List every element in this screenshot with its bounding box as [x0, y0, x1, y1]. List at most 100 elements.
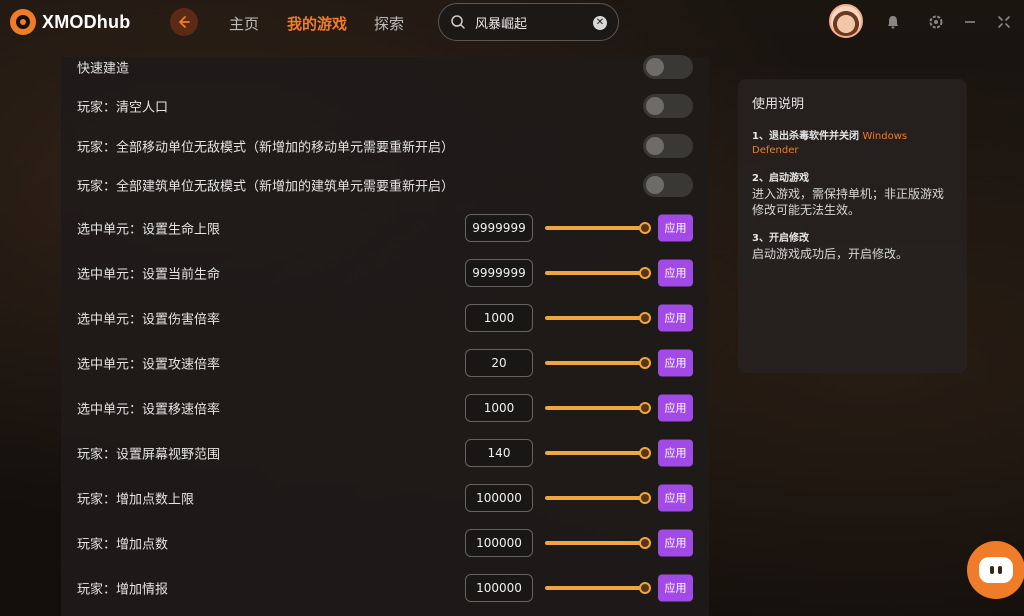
toggle-switch[interactable]	[643, 55, 693, 79]
apply-button[interactable]: 应用	[658, 484, 693, 512]
search-input[interactable]	[475, 13, 585, 31]
list-item: 玩家：全部建筑单位无敌模式（新增加的建筑单元需要重新开启）	[61, 170, 709, 200]
nav-home[interactable]: 主页	[229, 13, 259, 34]
step-description: 启动游戏成功后，开启修改。	[752, 247, 909, 261]
slider-fill	[545, 226, 645, 230]
step-description: 进入游戏，需保持单机；非正版游戏修改可能无法生效。	[752, 187, 945, 217]
apply-button[interactable]: 应用	[658, 439, 693, 467]
list-item: 快速建造	[61, 52, 709, 82]
apply-button[interactable]: 应用	[658, 349, 693, 377]
list-item: 选中单元：设置伤害倍率 1000 应用	[61, 303, 709, 333]
value-slider[interactable]	[545, 492, 651, 504]
logo[interactable]: XMODhub	[10, 9, 130, 35]
slider-fill	[545, 271, 645, 275]
slider-fill	[545, 451, 645, 455]
value-slider[interactable]	[545, 537, 651, 549]
mod-list-panel: 快速建造 玩家：清空人口 玩家：全部移动单位无敌模式（新增加的移动单元需要重新开…	[61, 55, 709, 616]
slider-fill	[545, 586, 645, 590]
list-item: 玩家：全部移动单位无敌模式（新增加的移动单元需要重新开启）	[61, 131, 709, 161]
list-item: 玩家：增加情报 100000 应用	[61, 573, 709, 603]
option-label: 选中单元：设置当前生命	[77, 267, 221, 283]
apply-button[interactable]: 应用	[658, 574, 693, 602]
toggle-switch[interactable]	[643, 173, 693, 197]
instruction-step: 3、开启修改 启动游戏成功后，开启修改。	[752, 232, 953, 262]
option-label: 玩家：设置屏幕视野范围	[77, 447, 221, 463]
slider-handle[interactable]	[639, 492, 651, 504]
list-item: 选中单元：设置生命上限 9999999 应用	[61, 213, 709, 243]
apply-button[interactable]: 应用	[658, 529, 693, 557]
slider-handle[interactable]	[639, 537, 651, 549]
option-label: 玩家：增加点数	[77, 537, 169, 553]
value-slider[interactable]	[545, 267, 651, 279]
slider-handle[interactable]	[639, 357, 651, 369]
slider-handle[interactable]	[639, 582, 651, 594]
clear-icon[interactable]: ✕	[593, 16, 607, 30]
value-input[interactable]: 100000	[465, 484, 533, 512]
option-label: 选中单元：设置伤害倍率	[77, 312, 221, 328]
chat-button[interactable]	[967, 541, 1024, 599]
value-slider[interactable]	[545, 312, 651, 324]
value-input[interactable]: 100000	[465, 529, 533, 557]
value-input[interactable]: 1000	[465, 394, 533, 422]
slider-handle[interactable]	[639, 267, 651, 279]
list-item: 选中单元：设置当前生命 9999999 应用	[61, 258, 709, 288]
toggle-switch[interactable]	[643, 134, 693, 158]
slider-fill	[545, 406, 645, 410]
value-slider[interactable]	[545, 582, 651, 594]
slider-handle[interactable]	[639, 222, 651, 234]
back-arrow-icon	[179, 16, 190, 28]
list-item: 玩家：清空人口	[61, 91, 709, 121]
slider-fill	[545, 316, 645, 320]
apply-button[interactable]: 应用	[658, 259, 693, 287]
step-heading: 3、开启修改	[752, 233, 809, 244]
apply-button[interactable]: 应用	[658, 214, 693, 242]
option-label: 快速建造	[77, 61, 130, 77]
search-box: ✕	[438, 3, 619, 41]
nav-explore[interactable]: 探索	[374, 13, 404, 34]
step-heading: 1、退出杀毒软件并关闭	[752, 131, 859, 142]
step-heading: 2、启动游戏	[752, 173, 809, 184]
apply-button[interactable]: 应用	[658, 304, 693, 332]
option-label: 玩家：全部建筑单位无敌模式（新增加的建筑单元需要重新开启）	[77, 179, 455, 195]
minimize-icon[interactable]	[961, 13, 979, 31]
list-item: 玩家：设置屏幕视野范围 140 应用	[61, 438, 709, 468]
instructions-title: 使用说明	[752, 97, 805, 112]
value-input[interactable]: 9999999	[465, 214, 533, 242]
instructions-panel: 使用说明 1、退出杀毒软件并关闭 Windows Defender 2、启动游戏…	[738, 79, 967, 373]
value-input[interactable]: 9999999	[465, 259, 533, 287]
value-slider[interactable]	[545, 402, 651, 414]
option-label: 玩家：清空人口	[77, 100, 169, 116]
close-icon[interactable]	[995, 13, 1013, 31]
list-item: 玩家：增加点数上限 100000 应用	[61, 483, 709, 513]
logo-icon	[10, 9, 36, 35]
back-button[interactable]	[170, 8, 198, 36]
avatar[interactable]	[829, 4, 863, 38]
slider-fill	[545, 541, 645, 545]
option-label: 玩家：增加点数上限	[77, 492, 195, 508]
nav-my-games[interactable]: 我的游戏	[287, 13, 347, 34]
value-input[interactable]: 1000	[465, 304, 533, 332]
chat-icon	[979, 557, 1013, 583]
slider-handle[interactable]	[639, 447, 651, 459]
option-label: 玩家：增加情报	[77, 582, 169, 598]
value-slider[interactable]	[545, 357, 651, 369]
value-slider[interactable]	[545, 222, 651, 234]
toggle-switch[interactable]	[643, 94, 693, 118]
apply-button[interactable]: 应用	[658, 394, 693, 422]
slider-handle[interactable]	[639, 312, 651, 324]
instruction-step: 2、启动游戏 进入游戏，需保持单机；非正版游戏修改可能无法生效。	[752, 172, 953, 218]
slider-fill	[545, 361, 645, 365]
list-item: 选中单元：设置移速倍率 1000 应用	[61, 393, 709, 423]
slider-fill	[545, 496, 645, 500]
notification-icon[interactable]	[884, 13, 902, 31]
value-input[interactable]: 20	[465, 349, 533, 377]
app-name: XMODhub	[42, 11, 131, 32]
search-icon	[451, 15, 465, 29]
value-slider[interactable]	[545, 447, 651, 459]
value-input[interactable]: 140	[465, 439, 533, 467]
value-input[interactable]: 100000	[465, 574, 533, 602]
option-label: 选中单元：设置攻速倍率	[77, 357, 221, 373]
slider-handle[interactable]	[639, 402, 651, 414]
settings-icon[interactable]	[927, 13, 945, 31]
list-item: 玩家：增加点数 100000 应用	[61, 528, 709, 558]
